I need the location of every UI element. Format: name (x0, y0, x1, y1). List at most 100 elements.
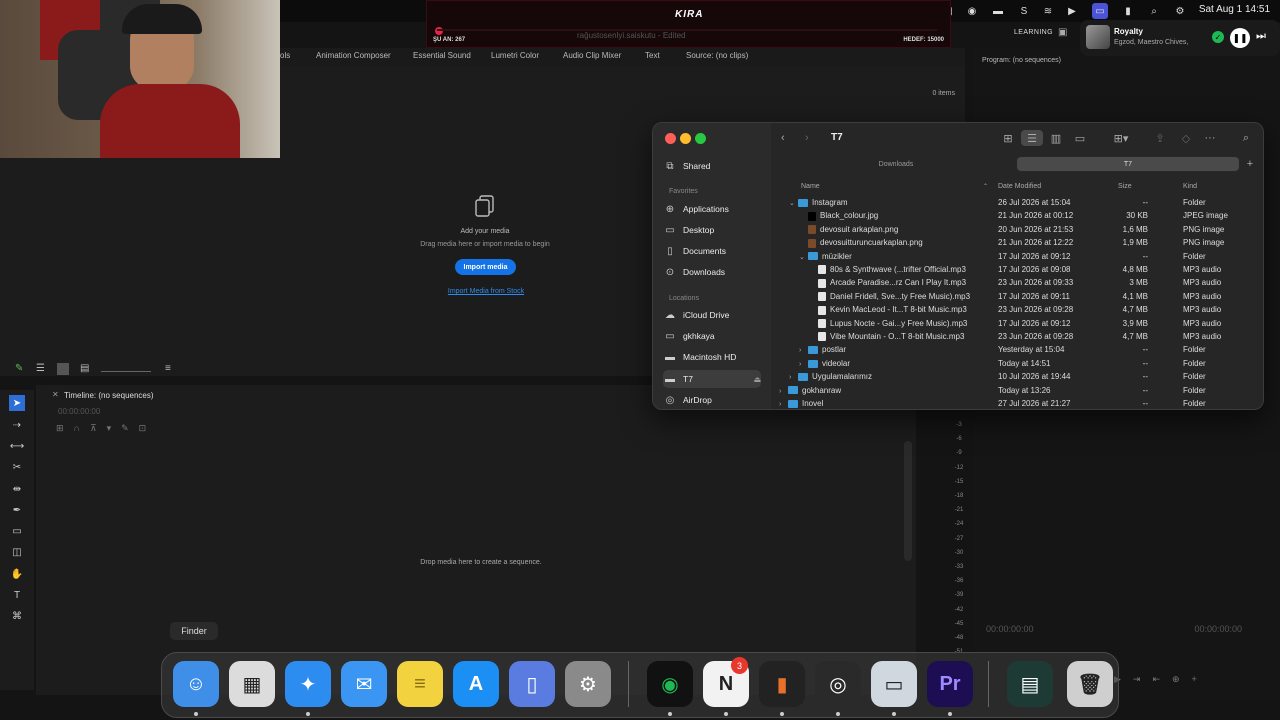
import-media-button[interactable]: Import media (455, 259, 516, 275)
file-row[interactable]: › postlar Yesterday at 15:04 -- Folder (771, 344, 1263, 357)
tab-source[interactable]: Source: (no clips) (686, 51, 748, 60)
play-status-icon[interactable]: ▶ (1064, 3, 1080, 19)
column-date[interactable]: Date Modified (998, 183, 1041, 190)
zoom-slider[interactable] (101, 364, 151, 372)
disclosure-icon[interactable]: › (799, 361, 808, 368)
tab-animation-composer[interactable]: Animation Composer (316, 51, 391, 60)
forward-icon[interactable]: › (805, 130, 809, 146)
back-icon[interactable]: ‹ (781, 130, 785, 146)
pause-button[interactable]: ❚❚ (1230, 28, 1250, 48)
type-tool-icon[interactable]: T (9, 587, 25, 603)
file-row[interactable]: › gokhanraw Today at 13:26 -- Folder (771, 385, 1263, 398)
now-playing-widget[interactable]: Royalty Egzod, Maestro Chives, ✓ ❚❚ ⏭ (1080, 20, 1280, 56)
file-row[interactable]: Vibe Mountain - O...T 8-bit Music.mp3 23 … (771, 331, 1263, 344)
dock-finder-icon[interactable]: ☺ (173, 661, 219, 707)
minimize-button[interactable] (680, 133, 691, 144)
sidebar-item-applications[interactable]: ⊕ Applications (663, 200, 763, 218)
dock-system-settings-icon[interactable]: ⚙ (565, 661, 611, 707)
dock-minimized-window-icon[interactable]: ▤ (1007, 661, 1053, 707)
tab-t7[interactable]: T7 (1017, 157, 1239, 171)
disclosure-icon[interactable]: ⌄ (799, 253, 808, 261)
close-icon[interactable]: ✕ (52, 390, 59, 399)
next-track-icon[interactable]: ⏭ (1256, 30, 1266, 43)
battery-icon[interactable]: ▮ (1120, 3, 1136, 19)
dock-audio-app-icon[interactable]: ▮ (759, 661, 805, 707)
file-row[interactable]: Daniel Fridell, Sve...ty Free Music).mp3… (771, 291, 1263, 304)
freeform-view-icon[interactable]: ▤ (80, 363, 89, 374)
search-icon[interactable]: ⌕ (1146, 3, 1162, 19)
file-row[interactable]: Arcade Paradise...rz Can I Play It.mp3 23… (771, 277, 1263, 290)
disclosure-icon[interactable]: › (799, 347, 808, 354)
more-icon[interactable]: ··· (1203, 130, 1217, 146)
sidebar-item-desktop[interactable]: ▭ Desktop (663, 221, 763, 239)
sidebar-item-macintosh-hd[interactable]: ▬ Macintosh HD (663, 348, 763, 366)
column-kind[interactable]: Kind (1183, 183, 1197, 190)
group-icon[interactable]: ⊞▾ (1109, 130, 1133, 146)
icon-view-icon[interactable] (57, 363, 69, 375)
sidebar-item-gkhkaya[interactable]: ▭ gkhkaya (663, 327, 763, 345)
dock-screen-app-icon[interactable]: ▭ (871, 661, 917, 707)
pen-icon[interactable]: ✒ (9, 502, 25, 518)
dock-premiere-pro-icon[interactable]: Pr (927, 661, 973, 707)
dock-simulator-icon[interactable]: ▯ (509, 661, 555, 707)
column-size[interactable]: Size (1118, 183, 1132, 190)
razor-icon[interactable]: ✂ (9, 459, 25, 475)
dock-trash-icon[interactable]: 🗑 (1067, 661, 1113, 707)
remix-icon[interactable]: ⌘ (9, 608, 25, 624)
program-transport[interactable]: ▶⇥⇤⊕+ (1114, 674, 1254, 688)
tab-lumetri-color[interactable]: Lumetri Color (491, 51, 539, 60)
new-tab-icon[interactable]: + (1243, 157, 1257, 171)
workspace-icon[interactable]: ▣ (1058, 27, 1067, 38)
dock-launchpad-icon[interactable]: ▦ (229, 661, 275, 707)
control-center-icon[interactable]: ⚙ (1172, 3, 1188, 19)
tab-tools[interactable]: ols (280, 51, 290, 60)
icon-view-icon[interactable]: ⊞ (1001, 130, 1015, 146)
eject-icon[interactable]: ⏏ (753, 375, 761, 384)
tab-downloads[interactable]: Downloads (777, 157, 1015, 171)
list-view-icon[interactable]: ☰ (36, 363, 45, 374)
file-row[interactable]: ⌄ müzikler 17 Jul 2026 at 09:12 -- Folder (771, 251, 1263, 264)
column-name[interactable]: Name (801, 183, 820, 190)
file-row[interactable]: 80s & Synthwave (...trifter Official.mp3… (771, 264, 1263, 277)
sidebar-item-shared[interactable]: ⧉ Shared (663, 157, 763, 175)
disclosure-icon[interactable]: ⌄ (789, 199, 798, 207)
column-view-icon[interactable]: ▥ (1049, 130, 1063, 146)
disclosure-icon[interactable]: › (779, 401, 788, 408)
menu-extra-icon[interactable]: ▬ (990, 3, 1006, 19)
file-row[interactable]: devosuitturuncuarkaplan.png 21 Jun 2026 a… (771, 237, 1263, 250)
file-row[interactable]: › Inovel 27 Jul 2026 at 21:27 -- Folder (771, 398, 1263, 409)
chrome-icon[interactable]: ◉ (964, 3, 980, 19)
selection-tool-icon[interactable]: ➤ (9, 395, 25, 411)
workspace-learning[interactable]: LEARNING (1014, 29, 1053, 36)
track-select-icon[interactable]: ⇢ (9, 417, 25, 433)
list-view-icon[interactable]: ☰ (1021, 130, 1043, 146)
close-button[interactable] (665, 133, 676, 144)
dock-obs-icon[interactable]: ◎ (815, 661, 861, 707)
sidebar-item-t7[interactable]: ▬ T7 ⏏ (663, 370, 761, 388)
dock-safari-icon[interactable]: ✦ (285, 661, 331, 707)
dock-spotify-icon[interactable]: ◉ (647, 661, 693, 707)
pencil-icon[interactable]: ✎ (15, 363, 23, 374)
tag-icon[interactable]: ◇ (1179, 130, 1193, 146)
dock-app-store-icon[interactable]: A (453, 661, 499, 707)
gallery-view-icon[interactable]: ▭ (1073, 130, 1087, 146)
slip-icon[interactable]: ⇹ (9, 481, 25, 497)
skype-icon[interactable]: S (1016, 3, 1032, 19)
track-icon[interactable]: ◫ (9, 544, 25, 560)
share-icon[interactable]: ⇪ (1153, 130, 1167, 146)
file-row[interactable]: Kevin MacLeod - It...T 8-bit Music.mp3 23… (771, 304, 1263, 317)
dock-notes-icon[interactable]: ≡ (397, 661, 443, 707)
screen-mirror-icon[interactable]: ▭ (1092, 3, 1108, 19)
ripple-edit-icon[interactable]: ⟷ (9, 438, 25, 454)
file-row[interactable]: ⌄ Instagram 26 Jul 2026 at 15:04 -- Folder (771, 197, 1263, 210)
file-row[interactable]: devosuit arkaplan.png 20 Jun 2026 at 21:5… (771, 224, 1263, 237)
hand-icon[interactable]: ✋ (9, 566, 25, 582)
tab-essential-sound[interactable]: Essential Sound (413, 51, 471, 60)
zoom-button[interactable] (695, 133, 706, 144)
timeline-scrollbar[interactable] (904, 441, 912, 561)
file-row[interactable]: Black_colour.jpg 21 Jun 2026 at 00:12 30 K… (771, 210, 1263, 223)
tab-audio-clip-mixer[interactable]: Audio Clip Mixer (563, 51, 621, 60)
sidebar-item-documents[interactable]: ▯ Documents (663, 242, 763, 260)
wifi-icon[interactable]: ≋ (1040, 3, 1056, 19)
sidebar-item-downloads[interactable]: ⊙ Downloads (663, 263, 763, 281)
